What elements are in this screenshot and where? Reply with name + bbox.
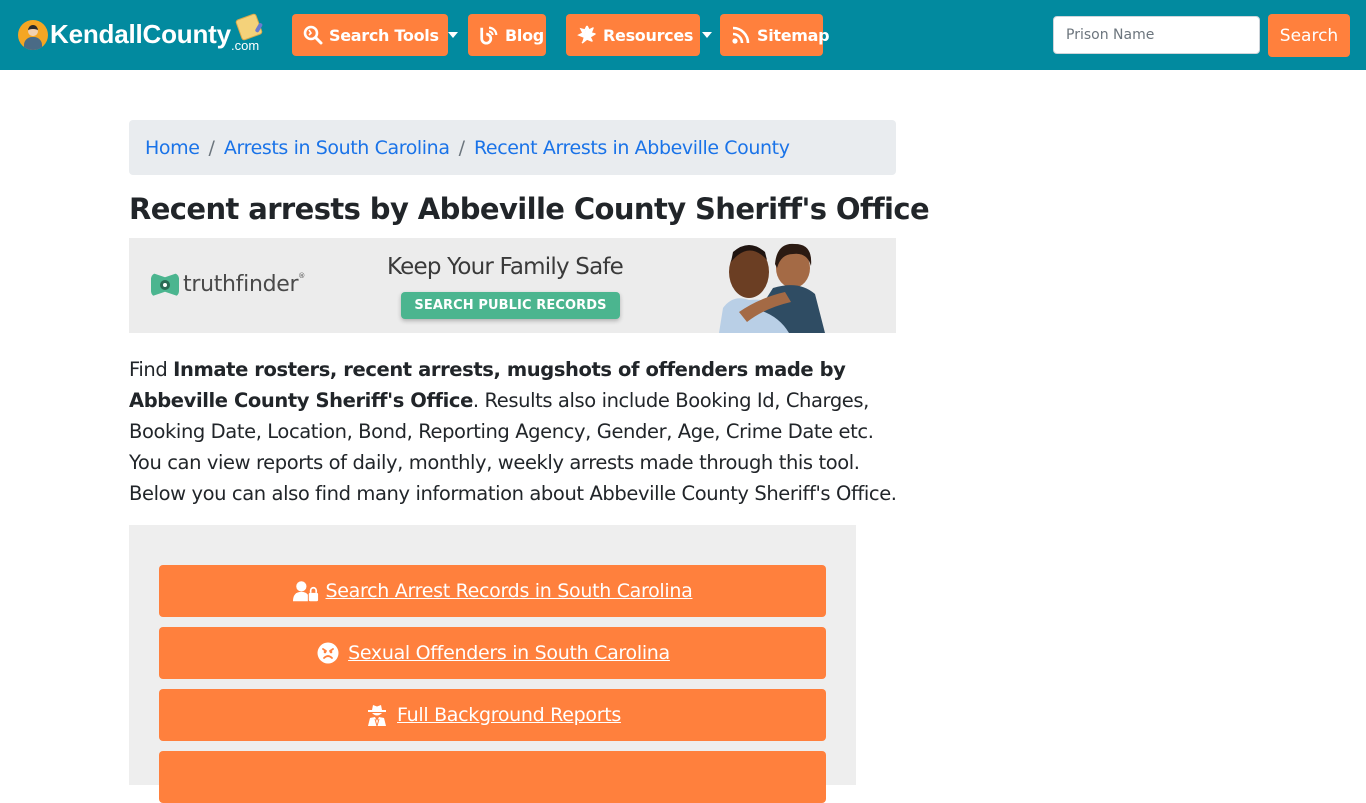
nav-blog-link[interactable]: Blog [468, 14, 546, 56]
site-logo[interactable]: KendallCounty .com [18, 12, 264, 56]
additional-link-button[interactable] [159, 751, 826, 803]
search-arrest-records-button[interactable]: Search Arrest Records in South Carolina [159, 565, 826, 617]
sexual-offenders-label: Sexual Offenders in South Carolina [348, 642, 670, 664]
unknown-icon [476, 765, 502, 789]
ad-headline: Keep Your Family Safe [387, 254, 624, 280]
search-tools-icon [303, 25, 323, 45]
sexual-offenders-button[interactable]: Sexual Offenders in South Carolina [159, 627, 826, 679]
full-background-reports-button[interactable]: Full Background Reports [159, 689, 826, 741]
nav-sitemap-link[interactable]: Sitemap [720, 14, 830, 56]
truthfinder-ad-banner[interactable]: truthfinder® Keep Your Family Safe SEARC… [129, 238, 896, 333]
nav-blog-label: Blog [505, 25, 544, 45]
quick-links-panel: Search Arrest Records in South Carolina … [129, 525, 856, 803]
chevron-down-icon [447, 32, 458, 38]
truthfinder-logo-icon [151, 272, 179, 297]
page-title: Recent arrests by Abbeville County Sheri… [129, 192, 930, 226]
breadcrumb: Home / Arrests in South Carolina / Recen… [129, 120, 896, 175]
logo-scroll-icon [234, 12, 264, 42]
chevron-down-icon [702, 32, 713, 38]
user-lock-icon [292, 579, 319, 603]
breadcrumb-separator: / [458, 136, 465, 159]
leaf-icon [577, 25, 597, 45]
description-prefix: Find [129, 358, 174, 381]
rss-icon [731, 25, 751, 45]
nav-search-tools-label: Search Tools [329, 25, 439, 45]
search-arrest-records-label: Search Arrest Records in South Carolina [325, 580, 693, 602]
top-navbar: KendallCounty .com Search Tools Blog Res… [0, 0, 1366, 70]
blog-icon [479, 25, 499, 45]
registered-mark: ® [298, 272, 305, 280]
search-button[interactable]: Search [1268, 14, 1350, 57]
prison-name-search-input[interactable] [1053, 16, 1260, 54]
user-secret-icon [364, 703, 390, 727]
truthfinder-brand: truthfinder [183, 272, 299, 297]
angry-face-icon [315, 641, 341, 665]
nav-resources-dropdown[interactable]: Resources [566, 14, 713, 56]
breadcrumb-separator: / [208, 136, 215, 159]
breadcrumb-home[interactable]: Home [145, 137, 200, 159]
full-background-reports-label: Full Background Reports [397, 704, 621, 726]
truthfinder-logo: truthfinder® [151, 272, 305, 297]
logo-avatar-icon [18, 20, 48, 50]
family-photo [719, 243, 825, 333]
breadcrumb-arrests-south-carolina[interactable]: Arrests in South Carolina [224, 137, 450, 159]
logo-suffix: .com [231, 38, 260, 53]
nav-sitemap-label: Sitemap [757, 25, 830, 45]
page-description: Find Inmate rosters, recent arrests, mug… [129, 354, 904, 509]
nav-resources-label: Resources [603, 25, 694, 45]
breadcrumb-recent-arrests-abbeville[interactable]: Recent Arrests in Abbeville County [474, 137, 790, 159]
logo-text: KendallCounty [50, 18, 231, 49]
ad-search-public-records-button[interactable]: SEARCH PUBLIC RECORDS [401, 292, 620, 319]
nav-search-tools-dropdown[interactable]: Search Tools [292, 14, 458, 56]
